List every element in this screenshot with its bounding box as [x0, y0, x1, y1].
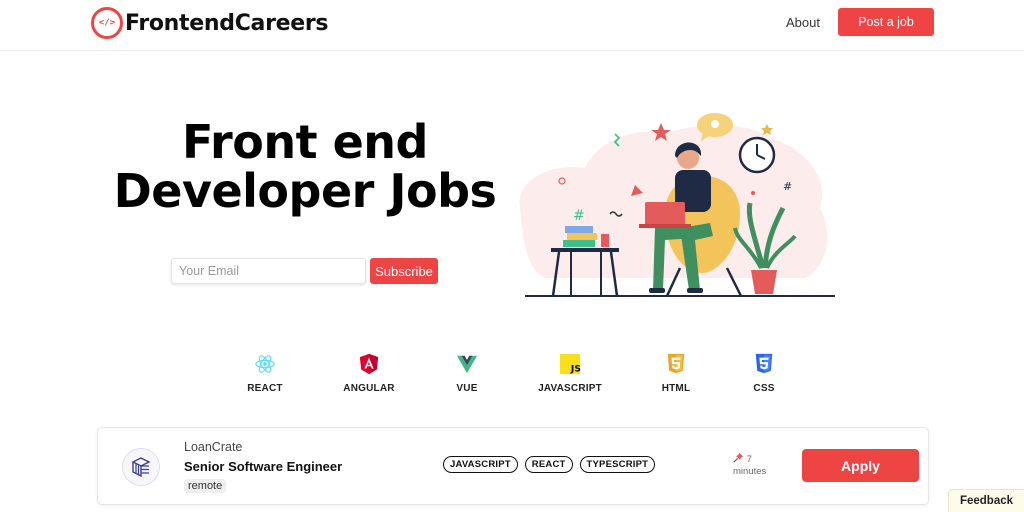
feedback-tab[interactable]: Feedback: [948, 489, 1024, 512]
subscribe-button[interactable]: Subscribe: [370, 258, 438, 284]
category-html[interactable]: HTML: [631, 353, 721, 394]
category-angular[interactable]: ANGULAR: [324, 353, 414, 394]
hero-title-line1: Front end: [182, 115, 428, 169]
hero-title: Front end Developer Jobs: [100, 118, 510, 216]
category-label: ANGULAR: [343, 383, 395, 394]
category-css[interactable]: CSS: [719, 353, 809, 394]
site-header: </> FrontendCareers About Post a job: [0, 0, 1024, 51]
code-brackets-icon: </>: [91, 7, 123, 39]
job-title[interactable]: Senior Software Engineer: [184, 459, 342, 474]
category-label: REACT: [247, 383, 283, 394]
subscribe-form: Subscribe: [171, 258, 438, 284]
hero-title-line2: Developer Jobs: [113, 164, 497, 218]
svg-text:JS: JS: [570, 363, 581, 374]
css3-icon: [755, 353, 773, 374]
svg-text:#: #: [573, 208, 585, 224]
post-job-button[interactable]: Post a job: [838, 8, 934, 36]
vue-icon: [456, 355, 478, 374]
react-icon: [255, 355, 275, 373]
job-card[interactable]: LoanCrate Senior Software Engineer remot…: [97, 427, 929, 505]
email-input[interactable]: [171, 258, 366, 284]
site-logo[interactable]: </> FrontendCareers: [91, 7, 329, 39]
category-label: HTML: [661, 383, 691, 394]
svg-text:#: #: [783, 180, 792, 193]
pushpin-icon: [733, 452, 744, 463]
posted-time-value: 7: [746, 454, 752, 465]
nav-about-link[interactable]: About: [786, 15, 820, 30]
posted-time: 7 minutes: [733, 452, 783, 478]
category-label: JAVASCRIPT: [538, 383, 602, 394]
javascript-icon: JS: [559, 353, 581, 374]
developer-at-desk-illustration: # #: [519, 113, 835, 297]
apply-button[interactable]: Apply: [802, 449, 919, 482]
company-name: LoanCrate: [184, 440, 243, 454]
category-react[interactable]: REACT: [220, 353, 310, 394]
posted-time-unit: minutes: [733, 466, 767, 477]
category-vue[interactable]: VUE: [422, 353, 512, 394]
company-logo: [122, 448, 160, 486]
job-tags: JAVASCRIPT REACT TYPESCRIPT: [443, 456, 656, 473]
job-tag[interactable]: JAVASCRIPT: [443, 456, 518, 473]
loancrate-logo-icon: [131, 457, 151, 478]
category-label: CSS: [753, 383, 775, 394]
angular-icon: [359, 353, 379, 375]
html5-icon: [667, 353, 685, 374]
category-label: VUE: [456, 383, 478, 394]
job-tag[interactable]: TYPESCRIPT: [579, 456, 656, 473]
job-tag[interactable]: REACT: [524, 456, 573, 473]
job-location-badge: remote: [184, 479, 227, 493]
category-javascript[interactable]: JS JAVASCRIPT: [525, 353, 615, 394]
logo-text: FrontendCareers: [125, 10, 329, 36]
